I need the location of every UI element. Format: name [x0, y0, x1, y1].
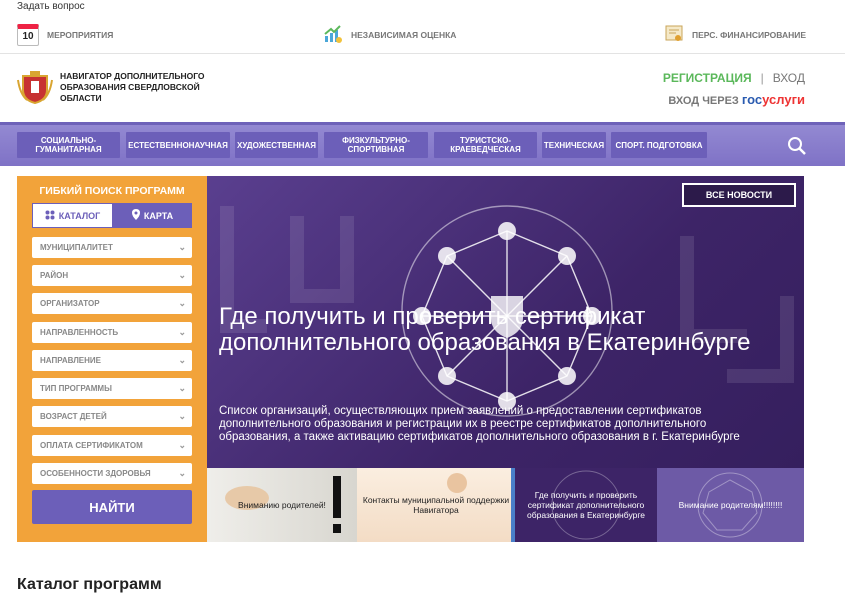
- events-label: Мероприятия: [47, 30, 114, 40]
- filter-certificate-payment[interactable]: Оплата сертификатом ⌄: [32, 435, 192, 456]
- independent-rating-link[interactable]: Независимая оценка: [323, 16, 456, 54]
- nav-social-humanitarian[interactable]: Социально-гуманитарная: [17, 132, 120, 158]
- search-panel-title: Гибкий поиск программ: [39, 185, 185, 197]
- filter-label: Направление: [40, 356, 101, 365]
- filter-municipality[interactable]: Муниципалитет ⌄: [32, 237, 192, 258]
- slide-text: Список организаций, осуществляющих прием…: [219, 405, 740, 443]
- news-thumb-parents-attention[interactable]: Вниманию родителей!: [207, 468, 357, 542]
- filter-label: Возраст детей: [40, 412, 107, 421]
- top-bar: Задать вопрос: [0, 0, 845, 16]
- filter-district[interactable]: Район ⌄: [32, 265, 192, 286]
- slide-title[interactable]: Где получить и проверить сертификат допо…: [219, 304, 759, 356]
- certificate-icon: [664, 24, 684, 46]
- chevron-down-icon: ⌄: [178, 355, 186, 365]
- grid-icon: [45, 210, 55, 222]
- auth-separator: |: [760, 71, 764, 85]
- personal-finance-label: Перс. финансирование: [692, 30, 807, 40]
- chevron-down-icon: ⌄: [178, 440, 186, 450]
- nav-art[interactable]: Художественная: [235, 132, 318, 158]
- nav-sport-training[interactable]: Спорт. подготовка: [611, 132, 707, 158]
- coat-of-arms-logo[interactable]: [17, 70, 53, 105]
- chevron-down-icon: ⌄: [178, 270, 186, 280]
- register-link[interactable]: Регистрация: [663, 71, 752, 85]
- login-via-label: Вход через: [668, 95, 739, 107]
- search-panel: Гибкий поиск программ Каталог Карта Муни…: [17, 176, 207, 542]
- chart-growth-icon: [323, 24, 343, 46]
- filter-label: Тип программы: [40, 384, 112, 393]
- chevron-down-icon: ⌄: [178, 468, 186, 478]
- chevron-down-icon: ⌄: [178, 383, 186, 393]
- news-slider[interactable]: Все новости Где получить и проверить сер…: [207, 176, 804, 468]
- find-button[interactable]: Найти: [32, 490, 192, 524]
- quick-links-bar: 10 Мероприятия Независимая оценка Перс. …: [0, 16, 845, 54]
- ask-question-link[interactable]: Задать вопрос: [17, 1, 85, 12]
- news-thumb-parents-notice[interactable]: Внимание родителям!!!!!!!!: [657, 468, 804, 542]
- main-content: Гибкий поиск программ Каталог Карта Муни…: [0, 166, 845, 593]
- nav-natural-science[interactable]: Естественнонаучная: [126, 132, 230, 158]
- site-header: Навигатор дополнительного образования Св…: [0, 54, 845, 122]
- filter-age[interactable]: Возраст детей ⌄: [32, 406, 192, 427]
- news-thumb-certificate[interactable]: Где получить и проверить сертификат допо…: [515, 468, 657, 542]
- chevron-down-icon: ⌄: [178, 327, 186, 337]
- map-tab-label: Карта: [143, 210, 174, 221]
- gosuslugi-logo-part2: услуги: [762, 92, 805, 107]
- gosuslugi-login[interactable]: Вход через госуслуги: [668, 92, 805, 107]
- map-tab[interactable]: Карта: [113, 203, 192, 228]
- filter-organizer[interactable]: Организатор ⌄: [32, 293, 192, 314]
- filter-program-type[interactable]: Тип программы ⌄: [32, 378, 192, 399]
- catalog-tab[interactable]: Каталог: [32, 203, 113, 228]
- filter-health[interactable]: Особенности здоровья ⌄: [32, 463, 192, 484]
- catalog-tab-label: Каталог: [58, 210, 101, 221]
- chevron-down-icon: ⌄: [178, 298, 186, 308]
- thumb-title: Вниманию родителей!: [238, 500, 326, 510]
- catalog-heading: Каталог программ: [17, 576, 162, 593]
- independent-rating-label: Независимая оценка: [351, 30, 457, 40]
- auth-links: Регистрация | Вход: [663, 71, 805, 85]
- view-toggle: Каталог Карта: [32, 203, 192, 228]
- filter-label: Оплата сертификатом: [40, 441, 143, 450]
- filter-label: Район: [40, 271, 69, 280]
- filter-label: Муниципалитет: [40, 243, 113, 252]
- thumb-title: Внимание родителям!!!!!!!!: [678, 500, 783, 510]
- events-link[interactable]: 10 Мероприятия: [17, 16, 113, 54]
- nav-tourism[interactable]: Туристско-краеведческая: [434, 132, 537, 158]
- calendar-icon: 10: [17, 24, 39, 46]
- chevron-down-icon: ⌄: [178, 411, 186, 421]
- filter-label: Организатор: [40, 299, 100, 308]
- org-name: Навигатор дополнительного образования Св…: [60, 71, 205, 103]
- thumb-title: Контакты муниципальной поддержки Навигат…: [362, 495, 510, 515]
- category-nav: Социально-гуманитарная Естественнонаучна…: [0, 122, 845, 166]
- personal-finance-link[interactable]: Перс. финансирование: [664, 16, 806, 54]
- map-pin-icon: [131, 209, 140, 222]
- news-thumb-contacts[interactable]: Контакты муниципальной поддержки Навигат…: [357, 468, 515, 542]
- filter-focus[interactable]: Направленность ⌄: [32, 322, 192, 343]
- chevron-down-icon: ⌄: [178, 242, 186, 252]
- thumb-title: Где получить и проверить сертификат допо…: [527, 490, 645, 520]
- login-link[interactable]: Вход: [773, 71, 805, 85]
- search-icon[interactable]: [787, 136, 807, 156]
- filter-direction[interactable]: Направление ⌄: [32, 350, 192, 371]
- all-news-button[interactable]: Все новости: [682, 183, 796, 207]
- filter-label: Особенности здоровья: [40, 469, 151, 478]
- nav-technical[interactable]: Техническая: [542, 132, 606, 158]
- filter-label: Направленность: [40, 328, 119, 337]
- nav-sport[interactable]: Физкультурно-спортивная: [324, 132, 428, 158]
- gosuslugi-logo-part1: гос: [741, 92, 763, 107]
